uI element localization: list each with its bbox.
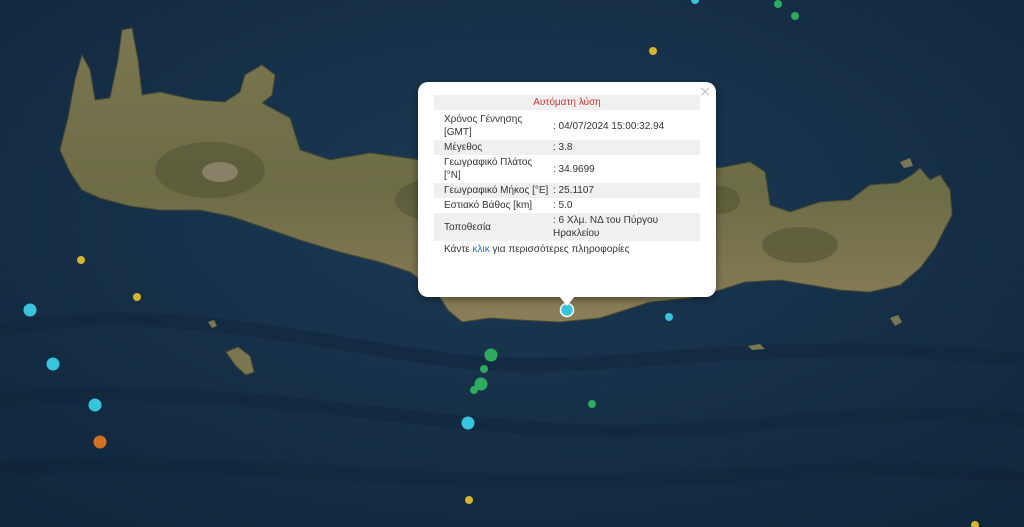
event-marker[interactable] bbox=[93, 435, 107, 449]
detail-row-origin-time: Χρόνος Γέννησης [GMT] : 04/07/2024 15:00… bbox=[434, 112, 700, 140]
detail-label: Μέγεθος bbox=[434, 140, 549, 155]
event-marker[interactable] bbox=[484, 348, 498, 362]
popup-footer: Κάντε κλικ για περισσότερες πληροφορίες bbox=[434, 244, 700, 255]
event-marker[interactable] bbox=[665, 313, 673, 321]
detail-value: : 6 Χλμ. ΝΔ του Πύργου Ηρακλείου bbox=[549, 213, 700, 241]
detail-label: Γεωγραφικό Μήκος [°E] bbox=[434, 183, 549, 198]
detail-label: Γεωγραφικό Πλάτος [°N] bbox=[444, 157, 533, 181]
event-marker[interactable] bbox=[46, 357, 60, 371]
detail-value: : 5.0 bbox=[553, 200, 573, 211]
event-info-popup: × Αυτόματη λύση Χρόνος Γέννησης [GMT] : … bbox=[418, 82, 716, 297]
event-marker[interactable] bbox=[461, 416, 475, 430]
event-marker[interactable] bbox=[480, 365, 488, 373]
event-marker[interactable] bbox=[77, 256, 85, 264]
detail-row-depth: Εστιακό Βάθος [km] : 5.0 bbox=[434, 198, 700, 213]
footer-text-post: για περισσότερες πληροφορίες bbox=[492, 244, 630, 255]
event-marker[interactable] bbox=[791, 12, 799, 20]
detail-label: Εστιακό Βάθος [km] bbox=[444, 200, 533, 211]
popup-pointer bbox=[559, 296, 575, 306]
detail-value: : 25.1107 bbox=[549, 183, 700, 198]
detail-value: : 34.9699 bbox=[553, 163, 595, 175]
detail-row-longitude: Γεωγραφικό Μήκος [°E] : 25.1107 bbox=[434, 183, 700, 198]
event-marker[interactable] bbox=[88, 398, 102, 412]
detail-value: : 3.8 bbox=[549, 140, 700, 155]
detail-row-magnitude: Μέγεθος : 3.8 bbox=[434, 140, 700, 155]
detail-value: : 04/07/2024 15:00:32.94 bbox=[553, 120, 665, 132]
popup-title: Αυτόματη λύση bbox=[434, 95, 700, 110]
event-marker[interactable] bbox=[774, 0, 782, 8]
event-marker[interactable] bbox=[23, 303, 37, 317]
event-details-table: Χρόνος Γέννησης [GMT] : 04/07/2024 15:00… bbox=[434, 112, 700, 241]
event-marker[interactable] bbox=[649, 47, 657, 55]
event-marker[interactable] bbox=[588, 400, 596, 408]
detail-row-location: Τοποθεσία : 6 Χλμ. ΝΔ του Πύργου Ηρακλεί… bbox=[434, 213, 700, 241]
footer-text-pre: Κάντε bbox=[444, 244, 470, 255]
more-info-link[interactable]: κλικ bbox=[473, 244, 490, 255]
event-marker[interactable] bbox=[133, 293, 141, 301]
detail-row-latitude: Γεωγραφικό Πλάτος [°N] : 34.9699 bbox=[434, 155, 700, 183]
popup-content: Αυτόματη λύση Χρόνος Γέννησης [GMT] : 04… bbox=[434, 95, 700, 255]
close-icon[interactable]: × bbox=[699, 85, 711, 99]
detail-label: Τοποθεσία bbox=[434, 213, 549, 241]
event-marker[interactable] bbox=[465, 496, 473, 504]
detail-label: Χρόνος Γέννησης [GMT] bbox=[444, 114, 523, 138]
event-marker[interactable] bbox=[470, 386, 478, 394]
